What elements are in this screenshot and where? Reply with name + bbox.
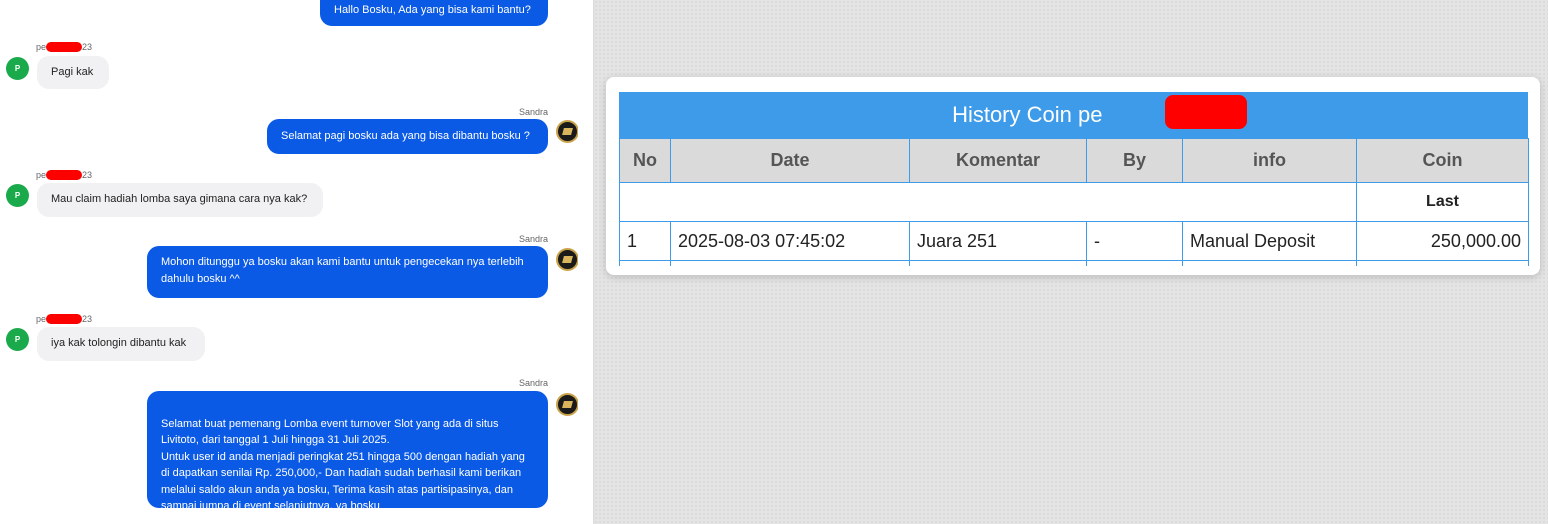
- agent-avatar: [556, 393, 578, 416]
- message-text: Selamat buat pemenang Lomba event turnov…: [161, 417, 525, 513]
- message-text: Pagi kak: [51, 66, 94, 78]
- redaction-mark: [1165, 95, 1247, 129]
- column-header-info: info: [1182, 138, 1357, 183]
- user-message-bubble: Pagi kak: [37, 56, 109, 89]
- column-header-no: No: [619, 138, 671, 183]
- user-avatar: P: [6, 184, 29, 207]
- cell-date: 2025-08-03 07:45:02: [670, 221, 910, 261]
- history-title: History Coin pe23: [952, 102, 1195, 127]
- coin-history-card: History Coin pe23 No Date Komentar By in…: [606, 77, 1540, 275]
- column-header-komentar: Komentar: [909, 138, 1087, 183]
- agent-message-bubble: Selamat pagi bosku ada yang bisa dibantu…: [267, 119, 548, 154]
- message-text: Selamat pagi bosku ada yang bisa dibantu…: [281, 130, 530, 142]
- table-row-cropped: [619, 260, 1529, 266]
- column-header-coin: Coin: [1356, 138, 1529, 183]
- table-row: 1 2025-08-03 07:45:02 Juara 251 - Manual…: [619, 221, 1529, 261]
- agent-message-bubble: Selamat buat pemenang Lomba event turnov…: [147, 391, 548, 512]
- chat-panel: Hallo Bosku, Ada yang bisa kami bantu? p…: [0, 0, 578, 524]
- redaction-mark: [46, 314, 82, 324]
- coin-history-table: No Date Komentar By info Coin Last 1 202…: [619, 138, 1529, 266]
- agent-message-bubble: Hallo Bosku, Ada yang bisa kami bantu?: [320, 0, 548, 26]
- coin-history-table-wrapper: History Coin pe23 No Date Komentar By in…: [619, 92, 1529, 266]
- cell-by: -: [1086, 221, 1183, 261]
- agent-name-label: Sandra: [518, 234, 548, 244]
- message-text: iya kak tolongin dibantu kak: [51, 337, 187, 349]
- history-title-bar: History Coin pe23: [619, 92, 1528, 138]
- agent-message-bubble: Mohon ditunggu ya bosku akan kami bantu …: [147, 246, 548, 298]
- chat-scrollbar[interactable]: [578, 0, 594, 524]
- cell-no: 1: [619, 221, 671, 261]
- agent-name-label: Sandra: [518, 107, 548, 117]
- redaction-mark: [46, 170, 82, 180]
- cell-komentar: Juara 251: [909, 221, 1087, 261]
- last-balance-label: Last: [1356, 182, 1529, 222]
- message-text: Mohon ditunggu ya bosku akan kami bantu …: [161, 256, 524, 285]
- message-text: Hallo Bosku, Ada yang bisa kami bantu?: [334, 4, 531, 16]
- agent-avatar: [556, 120, 578, 143]
- cell-coin: 250,000.00: [1356, 221, 1529, 261]
- user-avatar: P: [6, 57, 29, 80]
- message-text: Mau claim hadiah lomba saya gimana cara …: [51, 193, 308, 205]
- user-message-bubble: iya kak tolongin dibantu kak: [37, 327, 205, 361]
- user-avatar: P: [6, 328, 29, 351]
- empty-cell: [619, 182, 1357, 222]
- agent-avatar: [556, 248, 578, 271]
- table-header-row: No Date Komentar By info Coin: [619, 138, 1529, 183]
- column-header-by: By: [1086, 138, 1183, 183]
- agent-name-label: Sandra: [518, 378, 548, 388]
- cell-info: Manual Deposit: [1182, 221, 1357, 261]
- last-balance-row: Last: [619, 182, 1529, 222]
- redaction-mark: [46, 42, 82, 52]
- user-message-bubble: Mau claim hadiah lomba saya gimana cara …: [37, 183, 323, 217]
- column-header-date: Date: [670, 138, 910, 183]
